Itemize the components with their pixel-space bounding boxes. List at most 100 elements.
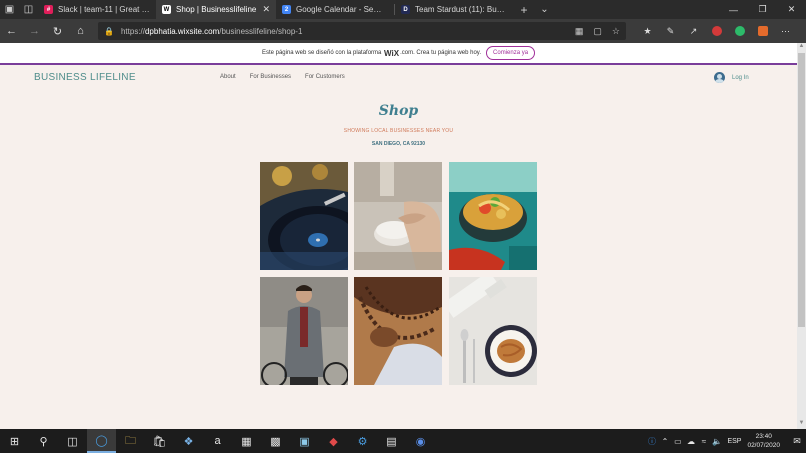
tab-google-calendar[interactable]: 2 Google Calendar - Semana	[276, 0, 394, 19]
app-icon[interactable]: ▦	[232, 429, 261, 453]
task-view-icon[interactable]: ◫	[58, 429, 87, 453]
reading-view-icon[interactable]: ▢	[593, 26, 602, 37]
clock-time: 23:40	[755, 433, 772, 440]
site-content: BUSINESS LIFELINE About For Businesses F…	[0, 65, 797, 429]
calendar-favicon-icon: 2	[282, 5, 291, 14]
file-explorer-icon[interactable]: 🗀	[116, 429, 145, 453]
minimize-button[interactable]: —	[719, 0, 748, 19]
page-scrollbar[interactable]: ▲ ▼	[797, 43, 806, 429]
game-icon[interactable]: ◆	[319, 429, 348, 453]
address-bar[interactable]: 🔒 https://dpbhatia.wixsite.com/businessl…	[98, 22, 626, 40]
orange-extension-icon[interactable]	[751, 19, 774, 43]
zoom-icon[interactable]: ◉	[406, 429, 435, 453]
tab-shop[interactable]: W Shop | Businesslifeline ✕	[156, 0, 276, 19]
battery-icon[interactable]: ▭	[671, 437, 684, 446]
volume-icon[interactable]: 🔈	[710, 437, 723, 446]
site-nav: About For Businesses For Customers	[220, 74, 345, 80]
amazon-icon[interactable]: a	[203, 429, 232, 453]
language-indicator[interactable]: ESP	[727, 438, 741, 445]
scroll-down-icon[interactable]: ▼	[797, 420, 806, 429]
wix-logo: WiX	[384, 48, 400, 58]
notification-center-icon[interactable]: ✉	[788, 429, 806, 453]
bead-necklace-image	[354, 277, 442, 385]
wifi-icon[interactable]: ≈	[697, 437, 710, 446]
wix-banner: Este página web se diseñó con la platafo…	[0, 43, 797, 65]
pasta-wine-image	[449, 277, 537, 385]
nav-for-businesses[interactable]: For Businesses	[250, 74, 291, 80]
search-icon[interactable]: ⚲	[29, 429, 58, 453]
store-icon[interactable]: 🛍	[145, 429, 174, 453]
noodle-bowl-image	[449, 162, 537, 270]
location-label: SAN DIEGO, CA 92130	[371, 141, 426, 147]
green-extension-icon[interactable]	[728, 19, 751, 43]
product-tile-pasta-wine[interactable]	[449, 277, 537, 385]
team-favicon-icon: D	[401, 5, 410, 14]
windows-start-icon[interactable]: ⊞	[0, 429, 29, 453]
pen-icon[interactable]: ✎	[659, 19, 682, 43]
scroll-up-icon[interactable]: ▲	[797, 43, 806, 52]
back-arrow-icon[interactable]: ←	[0, 19, 23, 43]
product-tile-man-bicycle[interactable]	[260, 277, 348, 385]
comienza-ya-button[interactable]: Comienza ya	[486, 46, 536, 60]
tab-slack[interactable]: # Slack | team-11 | Great Glob	[38, 0, 156, 19]
dropbox-icon[interactable]: ❖	[174, 429, 203, 453]
login-button[interactable]: Log In	[714, 72, 749, 83]
share-icon[interactable]: ↗	[682, 19, 705, 43]
nav-for-customers[interactable]: For Customers	[305, 74, 345, 80]
user-avatar-icon	[714, 72, 725, 83]
restore-button[interactable]: ❐	[748, 0, 777, 19]
address-toolbar: ← → ↻ ⌂ 🔒 https://dpbhatia.wixsite.com/b…	[0, 19, 806, 43]
product-tile-record-player[interactable]	[260, 162, 348, 270]
show-hidden-icons-chevron-up-icon[interactable]: ⌃	[658, 437, 671, 446]
extension-puzzle-icon[interactable]: ▦	[575, 26, 584, 37]
tab-actions-icon[interactable]: ▣	[0, 0, 19, 19]
site-header: BUSINESS LIFELINE About For Businesses F…	[0, 65, 797, 92]
favorites-list-icon[interactable]: ★	[636, 19, 659, 43]
page-subtitle: SHOWING LOCAL BUSINESSES NEAR YOU	[343, 128, 454, 134]
close-window-button[interactable]: ✕	[777, 0, 806, 19]
image-viewer-icon[interactable]: ▤	[377, 429, 406, 453]
help-icon[interactable]: ⓘ	[645, 436, 658, 447]
cloud-icon[interactable]: ☁	[684, 437, 697, 446]
forward-arrow-icon[interactable]: →	[23, 19, 46, 43]
tab-label: Shop | Businesslifeline	[176, 5, 257, 14]
url-host: dpbhatia.wixsite.com	[144, 26, 220, 36]
wix-favicon-icon: W	[162, 5, 171, 14]
edge-browser-icon[interactable]: ◯	[87, 429, 116, 453]
more-menu-icon[interactable]: ⋯	[774, 19, 797, 43]
record-player-image	[260, 162, 348, 270]
home-icon[interactable]: ⌂	[69, 19, 92, 43]
site-brand[interactable]: BUSINESS LIFELINE	[34, 72, 136, 83]
close-tab-icon[interactable]: ✕	[262, 4, 270, 15]
system-tray: ⓘ ⌃ ▭ ☁ ≈ 🔈 ESP 23:40 02/07/2020 ✉	[645, 429, 806, 453]
man-bicycle-image	[260, 277, 348, 385]
clock-date: 02/07/2020	[747, 442, 780, 449]
product-tile-candle[interactable]	[354, 162, 442, 270]
tab-label: Team Stardust (11): Business	[415, 5, 507, 14]
url-path: /businesslifeline/shop-1	[219, 26, 303, 36]
system-clock[interactable]: 23:40 02/07/2020	[747, 432, 780, 450]
browser-tab-bar: ▣ ◫ # Slack | team-11 | Great Glob W Sho…	[0, 0, 806, 19]
product-tile-noodle-bowl[interactable]	[449, 162, 537, 270]
windows-taskbar: ⊞ ⚲ ◫ ◯ 🗀 🛍 ❖ a ▦ ▩ ▣ ◆ ⚙ ▤ ◉ ⓘ ⌃ ▭ ☁ ≈ …	[0, 429, 806, 453]
lock-icon: 🔒	[104, 26, 114, 36]
product-tile-necklace[interactable]	[354, 277, 442, 385]
wix-banner-text: Este página web se diseñó con la platafo…	[261, 50, 382, 56]
favorite-star-icon[interactable]: ☆	[612, 26, 620, 37]
notes-icon[interactable]: ▣	[290, 429, 319, 453]
scrollbar-thumb[interactable]	[798, 53, 805, 327]
nav-about[interactable]: About	[220, 74, 236, 80]
refresh-icon[interactable]: ↻	[46, 19, 69, 43]
tool-icon[interactable]: ⚙	[348, 429, 377, 453]
url-prefix: https://	[120, 26, 145, 36]
tab-label: Slack | team-11 | Great Glob	[58, 5, 150, 14]
new-tab-button[interactable]: +	[513, 0, 535, 19]
slack-favicon-icon: #	[44, 5, 53, 14]
tab-preview-icon[interactable]: ◫	[19, 0, 38, 19]
tab-team-stardust[interactable]: D Team Stardust (11): Business	[395, 0, 513, 19]
tab-list-chevron-down-icon[interactable]: ⌄	[535, 0, 554, 19]
candle-hand-image	[354, 162, 442, 270]
tab-label: Google Calendar - Semana	[296, 5, 388, 14]
terminal-icon[interactable]: ▩	[261, 429, 290, 453]
red-extension-icon[interactable]	[705, 19, 728, 43]
